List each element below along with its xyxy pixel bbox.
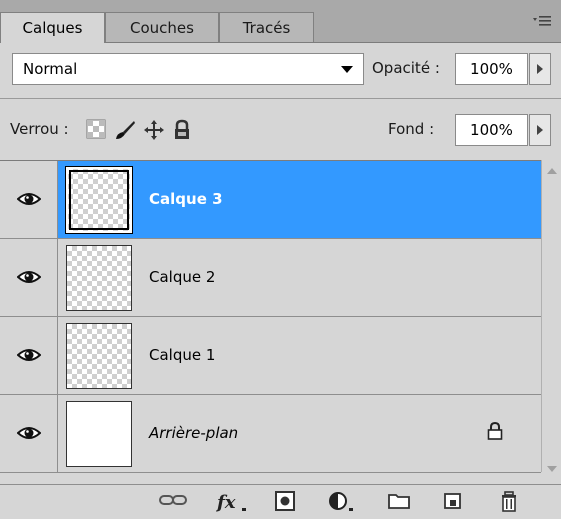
layer-mask-icon[interactable] — [273, 491, 297, 513]
layer-row-arriere-plan[interactable]: Arrière-plan — [0, 395, 541, 473]
layer-row-calque-2[interactable]: Calque 2 — [0, 239, 541, 317]
opacity-slider-button[interactable] — [529, 53, 551, 85]
tab-bar: Calques Couches Tracés — [0, 0, 561, 43]
opacity-input[interactable]: 100% — [455, 53, 528, 85]
blend-mode-value: Normal — [23, 60, 78, 78]
visibility-toggle[interactable] — [0, 239, 58, 316]
layer-name[interactable]: Calque 3 — [149, 161, 223, 238]
layer-row-calque-3[interactable]: Calque 3 — [0, 161, 541, 239]
layers-panel: Calques Couches Tracés Normal Opacité : … — [0, 0, 561, 517]
new-group-folder-icon[interactable] — [386, 491, 412, 513]
fill-input[interactable]: 100% — [455, 114, 528, 146]
layer-thumbnail[interactable] — [66, 323, 132, 389]
layers-list: Calque 3 Calque 2 Calque 1 Arrière-plan — [0, 160, 541, 473]
visibility-toggle[interactable] — [0, 161, 58, 238]
eye-icon — [17, 271, 41, 283]
padlock-icon — [487, 421, 503, 440]
visibility-toggle[interactable] — [0, 395, 58, 472]
scroll-down-arrow-icon[interactable] — [547, 466, 557, 472]
link-layers-icon[interactable] — [158, 491, 188, 513]
divider — [0, 98, 561, 99]
layer-thumbnail[interactable] — [66, 401, 132, 467]
opacity-label: Opacité : — [372, 59, 440, 77]
tab-traces[interactable]: Tracés — [219, 12, 314, 42]
layer-row-calque-1[interactable]: Calque 1 — [0, 317, 541, 395]
blend-mode-select[interactable]: Normal — [12, 53, 364, 85]
eye-icon — [17, 193, 41, 205]
chevron-down-icon — [341, 66, 353, 73]
visibility-toggle[interactable] — [0, 317, 58, 394]
layer-name[interactable]: Arrière-plan — [149, 395, 238, 472]
fx-icon[interactable]: fx — [215, 491, 249, 513]
panel-menu-icon[interactable] — [531, 14, 553, 36]
lock-all-padlock-icon[interactable] — [172, 119, 194, 141]
eye-icon — [17, 427, 41, 439]
layer-name[interactable]: Calque 1 — [149, 317, 215, 394]
tab-couches[interactable]: Couches — [105, 12, 219, 42]
layer-name[interactable]: Calque 2 — [149, 239, 215, 316]
eye-icon — [17, 349, 41, 361]
lock-position-move-icon[interactable] — [143, 119, 165, 141]
tab-calques[interactable]: Calques — [0, 12, 105, 43]
bottom-toolbar: fx — [0, 484, 561, 517]
layers-scrollbar[interactable] — [541, 160, 561, 472]
fill-slider-button[interactable] — [529, 114, 551, 146]
lock-image-brush-icon[interactable] — [114, 119, 136, 141]
trash-icon[interactable] — [497, 491, 521, 513]
svg-text:fx: fx — [216, 492, 236, 513]
new-layer-icon[interactable] — [441, 491, 465, 513]
layer-thumbnail[interactable] — [66, 167, 132, 233]
scroll-up-arrow-icon[interactable] — [547, 168, 557, 174]
adjustment-layer-icon[interactable] — [326, 491, 358, 513]
lock-label: Verrou : — [10, 120, 69, 138]
fill-label: Fond : — [388, 120, 435, 138]
lock-transparent-icon[interactable] — [86, 119, 108, 141]
layer-thumbnail[interactable] — [66, 245, 132, 311]
